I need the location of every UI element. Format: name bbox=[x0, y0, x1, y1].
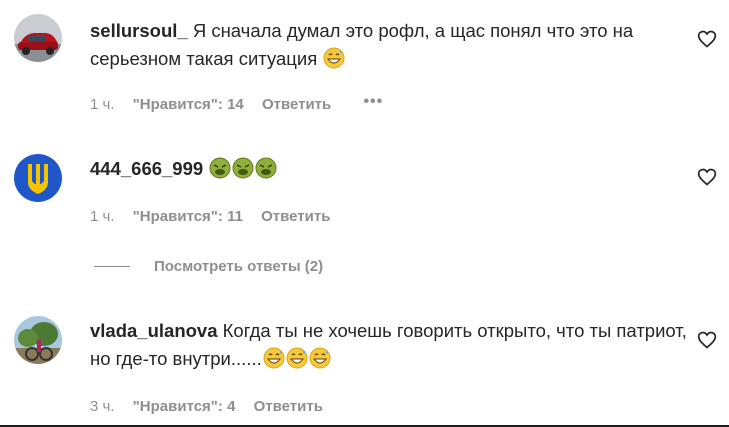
car-avatar-image bbox=[14, 14, 62, 62]
reply-button[interactable]: Ответить bbox=[261, 208, 330, 225]
grinning-sweat-emoji bbox=[323, 47, 345, 69]
outdoor-photo-avatar-image bbox=[14, 316, 62, 364]
avatar-vlada-ulanova[interactable] bbox=[14, 316, 62, 364]
comment-meta: 3 ч. "Нравится": 4 Ответить bbox=[90, 398, 337, 415]
more-options-icon[interactable]: ••• bbox=[363, 93, 383, 110]
avatar-sellursoul[interactable] bbox=[14, 14, 62, 62]
view-replies-button[interactable]: Посмотреть ответы (2) bbox=[94, 258, 323, 275]
comment-meta: 1 ч. "Нравится": 11 Ответить bbox=[90, 208, 344, 225]
nauseated-face-emoji bbox=[209, 157, 231, 179]
like-heart-icon[interactable] bbox=[697, 167, 717, 187]
divider-line bbox=[94, 266, 130, 267]
comment-username[interactable]: 444_666_999 bbox=[90, 158, 203, 179]
comment-username[interactable]: vlada_ulanova bbox=[90, 320, 218, 341]
grinning-sweat-emoji bbox=[286, 347, 308, 369]
comment-meta: 1 ч. "Нравится": 14 Ответить ••• bbox=[90, 93, 397, 114]
comment-body: 444_666_999 bbox=[90, 155, 690, 183]
trident-avatar-image bbox=[14, 154, 62, 202]
avatar-444-666-999[interactable] bbox=[14, 154, 62, 202]
reply-button[interactable]: Ответить bbox=[254, 398, 323, 415]
grinning-sweat-emoji bbox=[309, 347, 331, 369]
comment-body: vlada_ulanova Когда ты не хочешь говорит… bbox=[90, 317, 690, 373]
comment-username[interactable]: sellursoul_ bbox=[90, 20, 188, 41]
comment-likes[interactable]: "Нравится": 14 bbox=[133, 96, 244, 113]
comment-likes[interactable]: "Нравится": 4 bbox=[133, 398, 236, 415]
comment-time: 3 ч. bbox=[90, 398, 115, 415]
comment-time: 1 ч. bbox=[90, 208, 115, 225]
comment-likes[interactable]: "Нравится": 11 bbox=[133, 208, 243, 225]
like-heart-icon[interactable] bbox=[697, 29, 717, 49]
like-heart-icon[interactable] bbox=[697, 330, 717, 350]
comment-time: 1 ч. bbox=[90, 96, 115, 113]
comment-body: sellursoul_ Я сначала думал это рофл, а … bbox=[90, 17, 690, 73]
nauseated-face-emoji bbox=[232, 157, 254, 179]
grinning-sweat-emoji bbox=[263, 347, 285, 369]
view-replies-label: Посмотреть ответы (2) bbox=[154, 258, 324, 275]
nauseated-face-emoji bbox=[255, 157, 277, 179]
reply-button[interactable]: Ответить bbox=[262, 96, 331, 113]
